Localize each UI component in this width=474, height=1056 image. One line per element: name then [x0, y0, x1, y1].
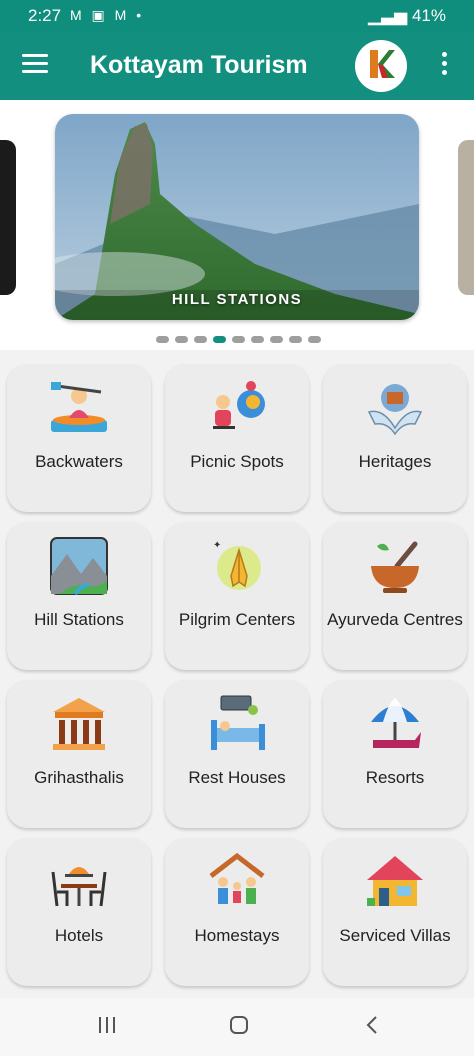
more-options-icon[interactable] — [436, 52, 452, 80]
battery-status: ▁▃▅ 41% — [368, 6, 446, 26]
carousel-dot[interactable] — [156, 336, 169, 343]
category-resorts[interactable]: Resorts — [323, 680, 467, 828]
praying-hands-icon: ✦ — [213, 540, 261, 590]
previous-slide[interactable] — [0, 140, 16, 295]
carousel-slide[interactable]: HILL STATIONS — [55, 114, 419, 320]
picnic-icon — [213, 381, 265, 429]
carousel-dot[interactable] — [175, 336, 188, 343]
villa-icon — [367, 856, 423, 906]
back-button[interactable] — [362, 1014, 384, 1036]
next-slide[interactable] — [458, 140, 474, 295]
category-rest-houses[interactable]: Rest Houses — [165, 680, 309, 828]
dining-icon — [51, 867, 107, 907]
hill-station-photo — [55, 114, 419, 320]
heritage-icon — [367, 384, 423, 436]
category-ayurveda-centres[interactable]: Ayurveda Centres — [323, 522, 467, 670]
carousel-dot[interactable] — [251, 336, 264, 343]
category-hill-stations[interactable]: Hill Stations — [7, 522, 151, 670]
category-label: Grihasthalis — [34, 768, 124, 787]
category-heritages[interactable]: Heritages — [323, 364, 467, 512]
family-house-icon — [209, 852, 265, 904]
category-label: Rest Houses — [188, 768, 286, 787]
signal-icon: ▁▃▅ — [368, 6, 412, 25]
category-label: Hill Stations — [34, 610, 124, 629]
carousel-dot[interactable] — [232, 336, 245, 343]
category-label: Ayurveda Centres — [327, 610, 463, 629]
mortar-pestle-icon — [371, 541, 419, 593]
clock: 2:27 — [28, 6, 62, 25]
home-button[interactable] — [228, 1014, 250, 1036]
carousel-dot[interactable] — [194, 336, 207, 343]
carousel-indicator — [156, 336, 321, 343]
category-grid: Backwaters Picnic Spots Heritages Hill S… — [7, 364, 467, 986]
mountain-icon — [50, 537, 108, 596]
kayak-icon — [51, 382, 107, 432]
status-bar: 2:27 M ▣ M • ▁▃▅ 41% — [0, 0, 474, 32]
hamburger-menu-icon[interactable] — [22, 54, 48, 76]
slide-caption: HILL STATIONS — [171, 291, 303, 308]
notification-icons: M ▣ M • — [70, 7, 145, 23]
carousel-dot[interactable] — [213, 336, 226, 343]
umbrella-icon — [371, 698, 421, 748]
battery-percent: 41% — [411, 6, 446, 25]
carousel-dot[interactable] — [270, 336, 283, 343]
category-grihasthalis[interactable]: Grihasthalis — [7, 680, 151, 828]
bed-icon — [211, 695, 265, 750]
category-label: Pilgrim Centers — [178, 610, 296, 629]
building-icon — [53, 698, 105, 750]
category-label: Resorts — [365, 768, 425, 787]
app-logo — [355, 40, 407, 92]
category-serviced-villas[interactable]: Serviced Villas — [323, 838, 467, 986]
category-hotels[interactable]: Hotels — [7, 838, 151, 986]
category-pilgrim-centers[interactable]: ✦ Pilgrim Centers — [165, 522, 309, 670]
category-picnic-spots[interactable]: Picnic Spots — [165, 364, 309, 512]
category-label: Heritages — [358, 452, 432, 471]
app-title: Kottayam Tourism — [90, 51, 308, 79]
carousel-dot[interactable] — [308, 336, 321, 343]
carousel-dot[interactable] — [289, 336, 302, 343]
svg-text:✦: ✦ — [213, 540, 221, 551]
recent-apps-button[interactable] — [96, 1014, 118, 1036]
category-label: Hotels — [54, 926, 104, 945]
category-label: Serviced Villas — [339, 926, 451, 945]
system-nav-bar — [0, 998, 474, 1056]
category-backwaters[interactable]: Backwaters — [7, 364, 151, 512]
category-homestays[interactable]: Homestays — [165, 838, 309, 986]
category-label: Homestays — [194, 926, 280, 945]
category-label: Picnic Spots — [190, 452, 284, 471]
image-carousel[interactable]: HILL STATIONS — [0, 100, 474, 350]
category-label: Backwaters — [35, 452, 123, 471]
app-bar: Kottayam Tourism — [0, 32, 474, 100]
